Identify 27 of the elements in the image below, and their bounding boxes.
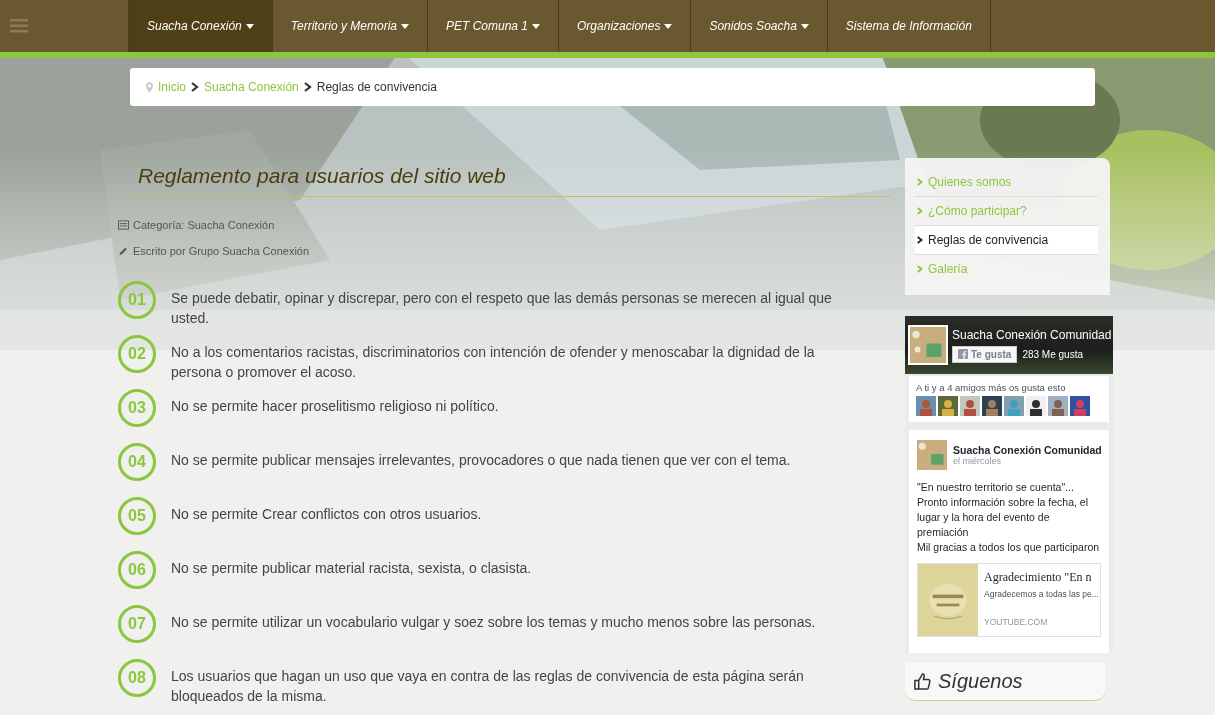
post-text: Mil gracias a todos los que participaron xyxy=(917,540,1101,555)
rule-text: No a los comentarios racistas, discriminatorios con intención de ofender y menoscabar la dignidad de la persona o promover el acoso. xyxy=(171,343,816,382)
rule-number: 08 xyxy=(118,659,156,697)
rule-number: 06 xyxy=(118,551,156,589)
follow-heading: Síguenos xyxy=(938,670,1023,693)
link-domain: YOUTUBE.COM xyxy=(984,617,1049,627)
rule-text: No se permite utilizar un vocabulario vulgar y soez sobre los temas y mucho menos sobre las personas. xyxy=(171,613,816,632)
thumbs-up-icon xyxy=(913,672,932,691)
post-text: "En nuestro territorio se cuenta"... Pronto información sobre la fecha, el lugar y la hora del evento de premiación xyxy=(917,480,1089,540)
link-description: Agradecemos a todas las pe... xyxy=(984,589,1099,599)
like-button[interactable]: Te gusta xyxy=(952,345,1018,363)
rule-text: No se permite hacer proselitismo religioso ni político. xyxy=(171,397,499,416)
rule-text: Los usuarios que hagan un uso que vaya en contra de las reglas de convivencia de esta página serán bloqueados de la misma. xyxy=(171,667,805,706)
rule-number: 07 xyxy=(118,605,156,643)
link-preview-card[interactable]: Agradecimiento "En n Agradecemos a todas las pe... YOUTUBE.COM xyxy=(917,563,1101,637)
like-count: 283 Me gusta xyxy=(1022,348,1083,360)
rule-number: 03 xyxy=(118,389,156,427)
facebook-icon xyxy=(958,349,968,359)
rule-number: 05 xyxy=(118,497,156,535)
rule-text: No se permite Crear conflictos con otros usuarios. xyxy=(171,505,482,524)
rule-text: No se permite publicar mensajes irrelevantes, provocadores o que nada tienen que ver con el tema. xyxy=(171,451,791,470)
rule-number: 04 xyxy=(118,443,156,481)
rule-text: No se permite publicar material racista, sexista, o clasista. xyxy=(171,559,532,578)
post-author[interactable]: Suacha Conexión Comunidad xyxy=(953,444,1102,456)
link-title: Agradecimiento "En n xyxy=(984,570,1093,585)
friends-text: A ti y a 4 amigos más os gusta esto xyxy=(916,382,1067,393)
post-time: el miércoles xyxy=(953,456,1002,466)
